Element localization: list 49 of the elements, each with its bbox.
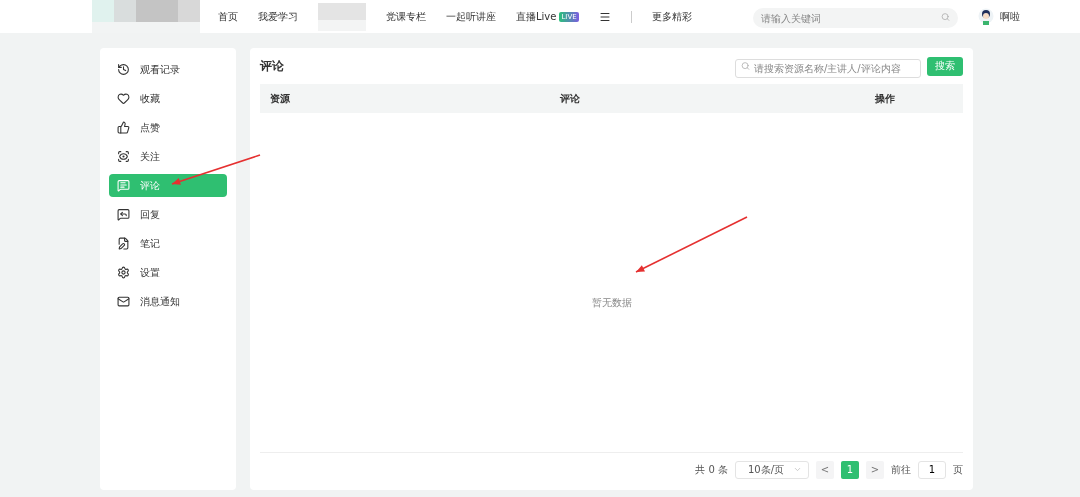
search-icon bbox=[741, 61, 750, 71]
sidebar-item[interactable]: 设置 bbox=[109, 261, 227, 284]
sidebar-label: 消息通知 bbox=[140, 294, 180, 309]
sidebar-label: 设置 bbox=[140, 265, 160, 280]
nav-link[interactable]: 更多精彩 bbox=[651, 9, 692, 24]
thumbs-up-icon bbox=[117, 121, 130, 134]
caret-icon bbox=[793, 465, 802, 474]
sidebar-label: 关注 bbox=[140, 149, 160, 164]
note-icon bbox=[117, 237, 130, 250]
page-input[interactable]: 1 bbox=[918, 460, 946, 479]
search-field[interactable]: 请搜索资源名称/主讲人/评论内容 bbox=[735, 58, 921, 78]
reply-icon bbox=[117, 208, 130, 221]
sidebar-item[interactable]: 回复 bbox=[109, 203, 227, 226]
sidebar-label: 点赞 bbox=[140, 120, 160, 135]
nav-link[interactable]: 党课专栏 bbox=[386, 9, 426, 24]
comment-icon bbox=[117, 179, 130, 192]
sidebar-item[interactable]: 收藏 bbox=[109, 87, 227, 110]
page-suffix: 页 bbox=[953, 462, 963, 477]
goto-label: 前往 bbox=[891, 462, 911, 477]
nav-link[interactable]: 一起听讲座 bbox=[446, 9, 496, 24]
eye-icon bbox=[117, 150, 130, 163]
heart-icon bbox=[117, 92, 130, 105]
empty-message: 暂无数据 bbox=[591, 295, 632, 310]
sidebar-label: 笔记 bbox=[140, 236, 160, 251]
search-field[interactable]: 请输入关键词 bbox=[753, 8, 958, 28]
sidebar-item[interactable]: 消息通知 bbox=[109, 290, 227, 313]
settings-icon bbox=[117, 266, 130, 279]
nav-label: 直播Live bbox=[516, 9, 557, 24]
total-count: 共 0 条 bbox=[695, 462, 728, 477]
column-header: 操作 bbox=[875, 91, 896, 106]
sidebar-item[interactable]: 观看记录 bbox=[109, 58, 227, 81]
history-icon bbox=[117, 63, 130, 76]
sidebar-item[interactable]: 点赞 bbox=[109, 116, 227, 139]
column-header: 评论 bbox=[560, 91, 581, 106]
sidebar-item[interactable]: 笔记 bbox=[109, 232, 227, 255]
page-size-select[interactable]: 10条/页 bbox=[735, 460, 809, 479]
user-name[interactable]: 啊啦 bbox=[1000, 9, 1020, 24]
sidebar-label: 收藏 bbox=[140, 91, 160, 106]
nav-link[interactable]: 我爱学习 bbox=[258, 9, 298, 24]
nav-link[interactable]: 首页 bbox=[218, 9, 238, 24]
mail-icon bbox=[117, 295, 130, 308]
avatar-icon[interactable] bbox=[978, 7, 994, 26]
sidebar-label: 评论 bbox=[140, 178, 160, 193]
column-header: 资源 bbox=[270, 91, 291, 106]
sidebar-label: 回复 bbox=[140, 207, 160, 222]
menu-icon[interactable] bbox=[598, 10, 611, 23]
sidebar-label: 观看记录 bbox=[140, 62, 180, 77]
panel-title: 评论 bbox=[260, 57, 284, 75]
sidebar-item[interactable]: 关注 bbox=[109, 145, 227, 168]
